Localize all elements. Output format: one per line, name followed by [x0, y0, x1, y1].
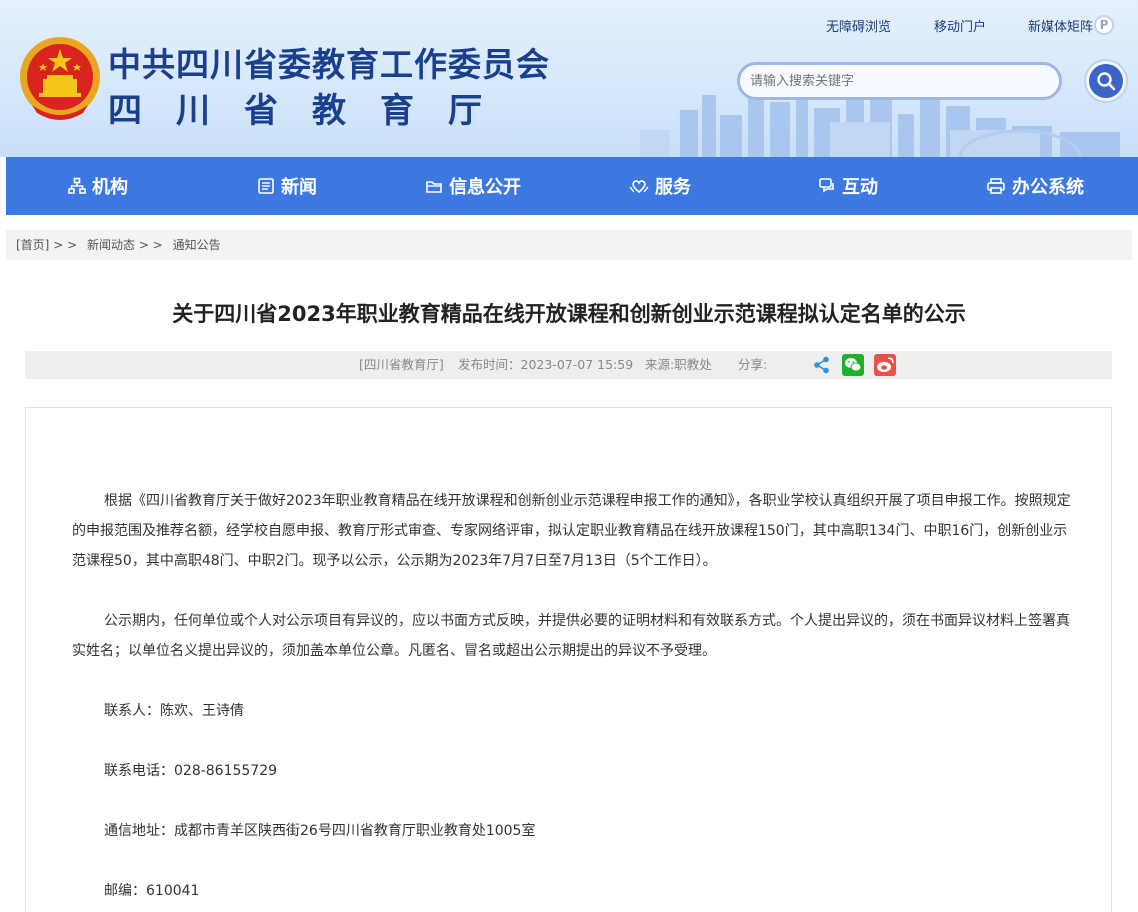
breadcrumb: [首页] > > 新闻动态 > > 通知公告 — [6, 230, 1132, 260]
newspaper-icon — [258, 178, 274, 194]
nav-label: 服务 — [655, 177, 691, 198]
site-header: 中共四川省委教育工作委员会 四川省教育厅 无障碍浏览 移动门户 新媒体矩阵 P — [0, 0, 1138, 157]
main-nav: 机构 新闻 信息公开 服务 互动 办公系统 — [6, 157, 1138, 215]
nav-item-office-system[interactable]: 办公系统 — [986, 157, 1084, 215]
breadcrumb-separator: > > — [138, 238, 163, 252]
source-org: [四川省教育厅] — [359, 357, 444, 372]
weibo-icon — [877, 357, 894, 372]
mailing-address: 通信地址：成都市青羊区陕西街26号四川省教育厅职业教育处1005室 — [104, 823, 536, 839]
nav-label: 互动 — [842, 177, 878, 198]
breadcrumb-news-link[interactable]: 新闻动态 — [87, 238, 135, 252]
article-body: 根据《四川省教育厅关于做好2023年职业教育精品在线开放课程和创新创业示范课程申… — [25, 407, 1112, 912]
search-button[interactable] — [1084, 59, 1128, 103]
share-icon — [814, 356, 829, 374]
site-subtitle: 四川省教育厅 — [108, 91, 516, 131]
printer-icon — [987, 178, 1005, 194]
article-source: 来源:职教处 — [645, 357, 712, 372]
nav-item-service[interactable]: 服务 — [629, 157, 691, 215]
article-paragraph: 根据《四川省教育厅关于做好2023年职业教育精品在线开放课程和创新创业示范课程申… — [72, 493, 1071, 569]
nav-item-news[interactable]: 新闻 — [257, 157, 317, 215]
breadcrumb-home-link[interactable]: [首页] — [16, 238, 49, 252]
share-wechat-button[interactable] — [842, 354, 864, 376]
new-media-icon[interactable]: P — [1094, 15, 1114, 35]
breadcrumb-separator: > > — [53, 238, 78, 252]
postal-code: 邮编：610041 — [104, 883, 200, 899]
nav-label: 新闻 — [281, 177, 317, 198]
share-weibo-button[interactable] — [874, 354, 896, 376]
chat-icon — [819, 178, 834, 193]
share-button[interactable] — [811, 354, 833, 376]
nav-item-org[interactable]: 机构 — [68, 157, 128, 215]
heart-hands-icon — [629, 180, 649, 194]
article-paragraph: 公示期内，任何单位或个人对公示项目有异议的，应以书面方式反映，并提供必要的证明材… — [72, 613, 1070, 659]
nav-label: 办公系统 — [1012, 177, 1084, 198]
contact-person: 联系人：陈欢、王诗倩 — [104, 703, 244, 719]
share-label: 分享: — [738, 357, 768, 372]
search-input[interactable] — [737, 62, 1062, 100]
org-chart-icon — [68, 177, 86, 194]
new-media-link[interactable]: 新媒体矩阵 — [1028, 16, 1093, 35]
nav-label: 信息公开 — [449, 177, 521, 198]
site-title: 中共四川省委教育工作委员会 — [108, 45, 550, 84]
nav-item-info-disclosure[interactable]: 信息公开 — [425, 157, 521, 215]
folder-icon — [426, 181, 442, 193]
mobile-portal-link[interactable]: 移动门户 — [934, 16, 986, 35]
breadcrumb-notice-link[interactable]: 通知公告 — [173, 238, 221, 252]
wechat-icon — [845, 358, 862, 372]
national-emblem-icon — [20, 37, 100, 120]
nav-item-interaction[interactable]: 互动 — [818, 157, 878, 215]
article-title: 关于四川省2023年职业教育精品在线开放课程和创新创业示范课程拟认定名单的公示 — [172, 302, 966, 326]
accessibility-link[interactable]: 无障碍浏览 — [826, 16, 891, 35]
publish-time: 发布时间：2023-07-07 15:59 — [458, 357, 634, 372]
nav-label: 机构 — [92, 177, 128, 198]
contact-phone: 联系电话：028-86155729 — [104, 763, 278, 779]
article-meta-bar: [四川省教育厅] 发布时间：2023-07-07 15:59 来源:职教处 分享… — [25, 351, 1112, 379]
search-icon — [1097, 72, 1116, 91]
